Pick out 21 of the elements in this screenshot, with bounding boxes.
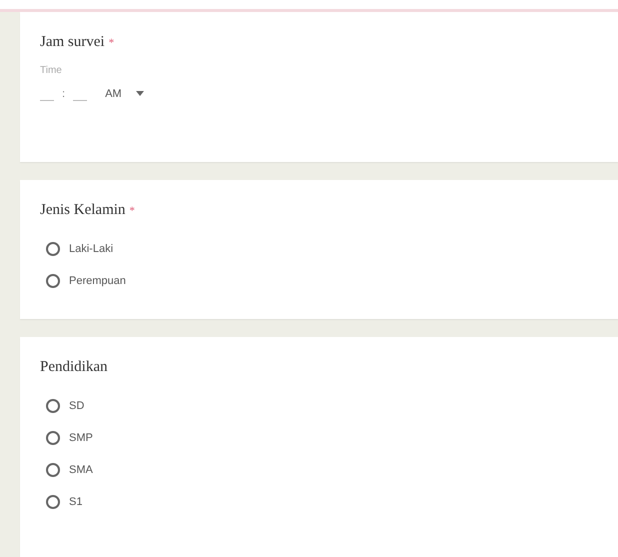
radio-button[interactable] (46, 399, 60, 413)
option-label[interactable]: Perempuan (69, 275, 126, 287)
period-select[interactable]: AM (105, 88, 122, 100)
question-title: Jenis Kelamin (40, 202, 126, 219)
option-label[interactable]: SMA (69, 464, 93, 476)
radio-button[interactable] (46, 431, 60, 445)
option-label[interactable]: S1 (69, 496, 82, 508)
caret-icon[interactable] (136, 91, 144, 96)
option-label[interactable]: Laki-Laki (69, 243, 114, 255)
time-separator: : (62, 88, 66, 100)
radio-button[interactable] (46, 274, 60, 288)
question-title: Jam survei (40, 34, 105, 51)
option-label[interactable]: SMP (69, 432, 93, 444)
question-title: Pendidikan (40, 359, 108, 376)
option-label[interactable]: SD (69, 400, 84, 412)
required-asterisk: * (129, 205, 135, 217)
time-label: Time (40, 65, 63, 76)
radio-button[interactable] (46, 463, 60, 477)
radio-button[interactable] (46, 242, 60, 256)
required-asterisk: * (108, 37, 114, 49)
radio-button[interactable] (46, 495, 60, 509)
